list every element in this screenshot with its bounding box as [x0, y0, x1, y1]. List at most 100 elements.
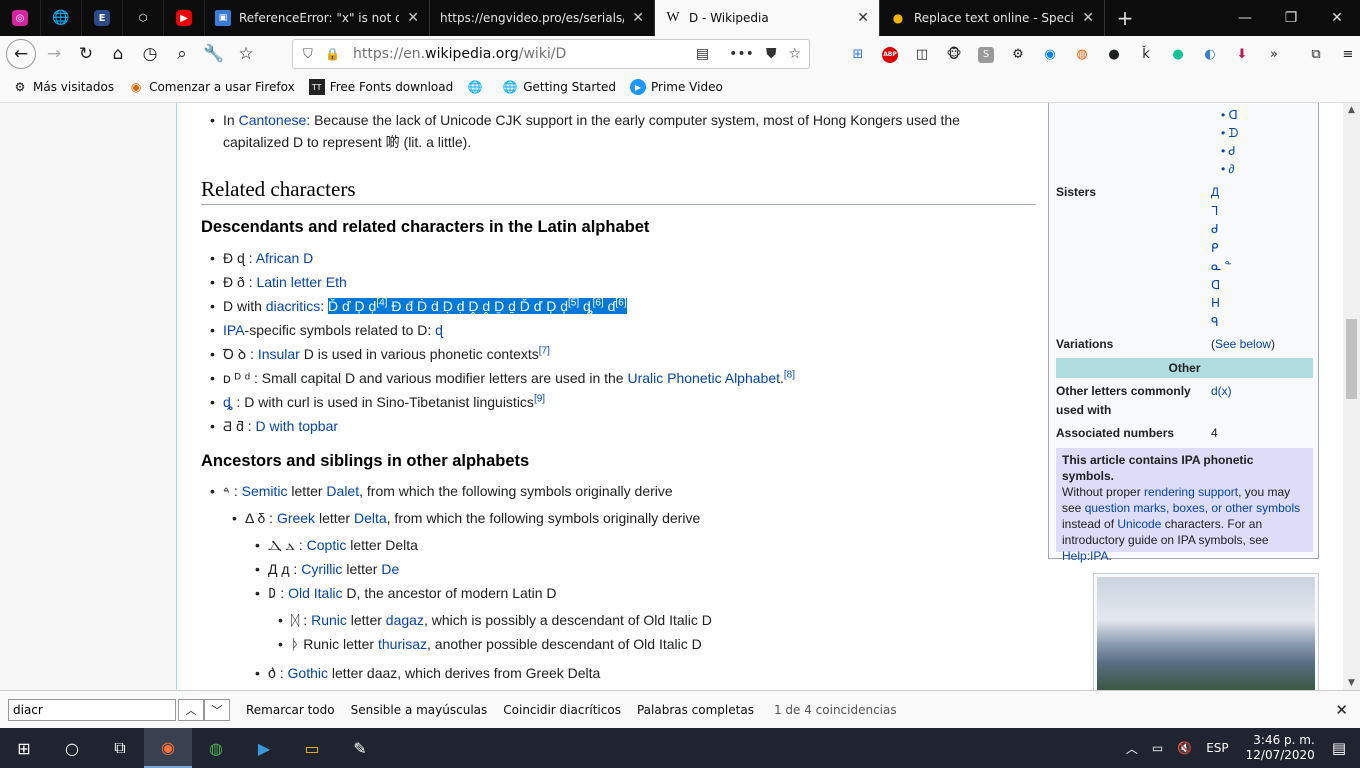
- tab-reference-error[interactable]: ▣ ReferenceError: "x" is not defined ✕: [205, 0, 430, 36]
- link-cyrillic[interactable]: Cyrillic: [301, 561, 342, 577]
- list-item[interactable]: ᗡ: [1211, 276, 1232, 295]
- link-question-marks[interactable]: question marks, boxes, or other symbols: [1085, 501, 1300, 515]
- extensions-puzzle-icon[interactable]: ⧉: [1300, 47, 1332, 62]
- link-ipa[interactable]: IPA: [223, 322, 245, 338]
- list-item[interactable]: • Ꮷ: [1221, 142, 1239, 160]
- firefox-ext-icon[interactable]: ◍: [1066, 47, 1098, 62]
- task-view-icon[interactable]: ⧉: [96, 728, 144, 768]
- vertical-scrollbar[interactable]: ▲ ▼: [1343, 103, 1360, 690]
- mountain-image-thumbnail[interactable]: [1093, 573, 1319, 690]
- link-unicode[interactable]: Unicode: [1117, 517, 1161, 531]
- pinned-tab-globe[interactable]: 🌐: [41, 0, 82, 36]
- pocket-icon[interactable]: ⛊: [766, 46, 777, 62]
- tab-wikipedia[interactable]: W D - Wikipedia ✕: [655, 0, 880, 36]
- match-case-toggle[interactable]: Sensible a mayúsculas: [351, 703, 488, 717]
- firefox-taskbar-icon[interactable]: ◉: [144, 728, 192, 768]
- link-de[interactable]: De: [381, 561, 399, 577]
- list-item[interactable]: • ∂: [1221, 160, 1239, 178]
- whole-words-toggle[interactable]: Palabras completas: [637, 703, 754, 717]
- download-icon[interactable]: ⬇: [1226, 47, 1258, 62]
- bookmark-free-fonts[interactable]: TT Free Fonts download: [308, 79, 453, 95]
- find-previous-button[interactable]: ︿: [178, 698, 204, 721]
- bookmark-prime-video[interactable]: ▶ Prime Video: [630, 79, 723, 95]
- link-diacritics[interactable]: diacritics: [266, 298, 320, 314]
- list-item[interactable]: ᑫ: [1211, 313, 1232, 332]
- link-d-curl[interactable]: ȡ: [223, 394, 233, 410]
- link-see-below[interactable]: See below: [1215, 337, 1271, 351]
- bookmark-star-icon[interactable]: ☆: [788, 46, 801, 62]
- link-ipa-symbol[interactable]: ɖ: [435, 322, 443, 338]
- search-icon[interactable]: ⌕: [166, 38, 198, 70]
- other-letters-value[interactable]: d(x): [1211, 382, 1232, 400]
- wrench-icon[interactable]: 🔧: [198, 38, 230, 70]
- reload-button[interactable]: ↻: [70, 38, 102, 70]
- chrome-taskbar-icon[interactable]: ◍: [192, 728, 240, 768]
- list-item[interactable]: Д: [1211, 183, 1232, 202]
- link-old-italic[interactable]: Old Italic: [288, 585, 342, 601]
- close-find-bar-icon[interactable]: ✕: [1335, 701, 1348, 719]
- list-item[interactable]: ᕼ: [1211, 294, 1232, 313]
- link-uralic[interactable]: Uralic Phonetic Alphabet: [627, 370, 780, 386]
- list-item[interactable]: ᑯ: [1211, 220, 1232, 239]
- tab-engvideo[interactable]: https://engvideo.pro/es/serials/mr ✕: [430, 0, 655, 36]
- link-greek[interactable]: Greek: [277, 510, 315, 526]
- link-dalet[interactable]: Dalet: [326, 483, 359, 499]
- media-player-taskbar-icon[interactable]: ▶: [240, 728, 288, 768]
- gear-icon[interactable]: ⚙: [1002, 47, 1034, 62]
- file-explorer-taskbar-icon[interactable]: ▭: [288, 728, 336, 768]
- link-semitic[interactable]: Semitic: [242, 483, 288, 499]
- match-diacritics-toggle[interactable]: Coincidir diacríticos: [503, 703, 621, 717]
- link-coptic[interactable]: Coptic: [307, 537, 347, 553]
- close-window-icon[interactable]: ✕: [1314, 0, 1360, 36]
- scrollbar-thumb[interactable]: [1346, 319, 1357, 399]
- list-item[interactable]: ᑭ: [1211, 239, 1232, 258]
- link-delta[interactable]: Delta: [354, 510, 387, 526]
- home-button[interactable]: ⌂: [102, 38, 134, 70]
- page-actions-icon[interactable]: •••: [729, 46, 754, 62]
- link-insular[interactable]: Insular: [258, 346, 300, 362]
- new-tab-button[interactable]: +: [1105, 0, 1145, 36]
- link-rendering-support[interactable]: rendering support: [1144, 485, 1238, 499]
- link-runic[interactable]: Runic: [311, 612, 347, 628]
- reader-view-icon[interactable]: ▤: [696, 46, 709, 62]
- history-icon[interactable]: ◷: [134, 38, 166, 70]
- pen-tool-taskbar-icon[interactable]: ✎: [336, 728, 384, 768]
- url-bar[interactable]: ⛉ 🔒 https://en.wikipedia.org/wiki/D ▤ ••…: [292, 39, 810, 69]
- close-tab-icon[interactable]: ✕: [407, 10, 419, 26]
- tray-chevron-icon[interactable]: ︿: [1126, 740, 1138, 757]
- close-tab-icon[interactable]: ✕: [1082, 10, 1094, 26]
- list-item[interactable]: • ᗪ: [1221, 124, 1239, 142]
- pinned-tab-codepen[interactable]: ⬡: [123, 0, 164, 36]
- bookmark-mas-visitados[interactable]: ⚙ Más visitados: [12, 79, 114, 95]
- account-icon[interactable]: ●: [1098, 47, 1130, 62]
- link-d-topbar[interactable]: D with topbar: [256, 418, 338, 434]
- windows-start-icon[interactable]: ⊞: [0, 728, 48, 768]
- bookmark-comenzar-firefox[interactable]: ◉ Comenzar a usar Firefox: [128, 79, 295, 95]
- scroll-up-icon[interactable]: ▲: [1343, 105, 1360, 115]
- find-input[interactable]: [8, 698, 176, 721]
- tab-replace-text[interactable]: ● Replace text online - Special ✕: [880, 0, 1105, 36]
- link-cantonese[interactable]: Cantonese: [239, 112, 307, 128]
- translate-icon[interactable]: ǩ: [1130, 47, 1162, 62]
- network-icon[interactable]: ▭: [1152, 741, 1163, 755]
- shield-icon[interactable]: ⛉: [303, 47, 313, 62]
- add-icon[interactable]: ⊞: [842, 47, 874, 62]
- restore-icon[interactable]: ❐: [1268, 0, 1314, 36]
- monkey-icon[interactable]: 🐵: [938, 47, 970, 62]
- pinned-tab-e[interactable]: E: [82, 0, 123, 36]
- messenger-icon[interactable]: ◉: [1034, 47, 1066, 62]
- close-tab-icon[interactable]: ✕: [857, 10, 869, 26]
- s-extension-icon[interactable]: S: [970, 46, 1002, 63]
- list-item[interactable]: • ᗡ: [1221, 106, 1239, 124]
- link-gothic[interactable]: Gothic: [288, 665, 328, 681]
- scroll-down-icon[interactable]: ▼: [1343, 678, 1360, 688]
- bookmark-getting-started[interactable]: 🌐 Getting Started: [502, 79, 616, 95]
- language-indicator[interactable]: ESP: [1206, 741, 1228, 755]
- link-help-ipa[interactable]: Help:IPA: [1062, 549, 1108, 563]
- notifications-icon[interactable]: ▤: [1332, 739, 1346, 757]
- vpn-icon[interactable]: ◐: [1194, 47, 1226, 62]
- forward-button[interactable]: →: [38, 38, 70, 70]
- reader-icon[interactable]: ◫: [906, 47, 938, 62]
- volume-muted-icon[interactable]: 🔇: [1177, 741, 1192, 755]
- overflow-chevron-icon[interactable]: »: [1258, 47, 1290, 62]
